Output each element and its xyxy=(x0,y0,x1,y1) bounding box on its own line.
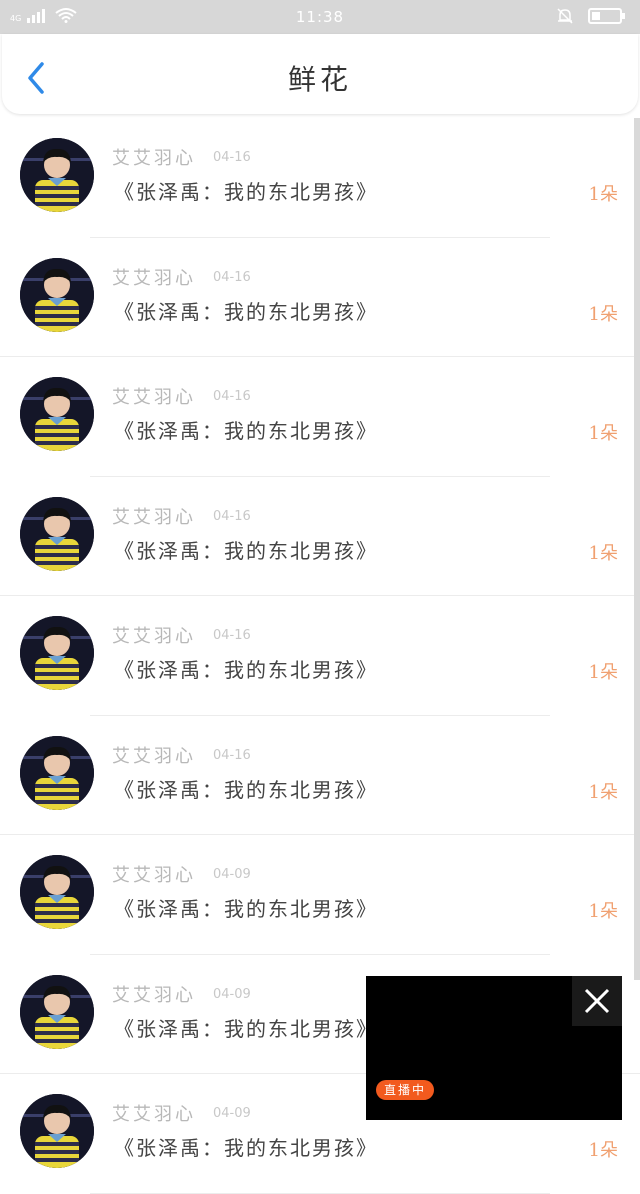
list-item[interactable]: 艾艾羽心 04-16 《张泽禹：我的东北男孩》 1朵 xyxy=(0,118,640,238)
flower-count: 1朵 xyxy=(588,303,618,325)
item-title: 《张泽禹：我的东北男孩》 xyxy=(114,777,378,802)
post-date: 04-16 xyxy=(213,389,251,404)
item-title: 《张泽禹：我的东北男孩》 xyxy=(114,538,378,563)
list-item[interactable]: 艾艾羽心 04-16 《张泽禹：我的东北男孩》 1朵 xyxy=(0,477,640,596)
post-date: 04-16 xyxy=(213,150,251,165)
battery-icon xyxy=(588,8,625,24)
page-title: 鲜花 xyxy=(287,63,352,96)
status-time: 11:38 xyxy=(295,8,345,26)
avatar[interactable] xyxy=(20,257,94,332)
post-date: 04-16 xyxy=(213,628,251,643)
close-button[interactable] xyxy=(572,976,622,1026)
item-title: 《张泽禹：我的东北男孩》 xyxy=(114,1136,378,1160)
mini-player[interactable]: 直播中 xyxy=(366,976,622,1120)
flower-count: 1朵 xyxy=(588,423,618,444)
user-name: 艾艾羽心 xyxy=(112,148,196,169)
status-right xyxy=(556,7,626,25)
user-name: 艾艾羽心 xyxy=(112,745,196,767)
avatar[interactable] xyxy=(20,496,94,571)
post-date: 04-09 xyxy=(213,867,251,882)
list-item[interactable]: 艾艾羽心 04-16 《张泽禹：我的东北男孩》 1朵 xyxy=(0,716,640,835)
item-title: 《张泽禹：我的东北男孩》 xyxy=(114,299,378,324)
avatar[interactable] xyxy=(20,974,94,1049)
user-name: 艾艾羽心 xyxy=(112,626,196,647)
flower-count: 1朵 xyxy=(588,781,618,803)
scrollbar[interactable] xyxy=(634,118,640,980)
flower-count: 1朵 xyxy=(588,901,618,922)
list-item[interactable]: 艾艾羽心 04-16 《张泽禹：我的东北男孩》 1朵 xyxy=(0,357,640,477)
avatar[interactable] xyxy=(20,735,94,810)
flower-count: 1朵 xyxy=(588,1140,618,1161)
item-title: 《张泽禹：我的东北男孩》 xyxy=(114,658,378,682)
list-item[interactable]: 艾艾羽心 04-16 《张泽禹：我的东北男孩》 1朵 xyxy=(0,596,640,716)
item-title: 《张泽禹：我的东北男孩》 xyxy=(114,897,378,921)
user-name: 艾艾羽心 xyxy=(112,387,196,408)
avatar[interactable] xyxy=(20,138,94,212)
user-name: 艾艾羽心 xyxy=(112,267,196,289)
flower-count: 1朵 xyxy=(588,542,618,564)
close-icon xyxy=(584,988,610,1014)
divider xyxy=(90,1192,550,1194)
avatar[interactable] xyxy=(20,855,94,929)
item-title: 《张泽禹：我的东北男孩》 xyxy=(114,1016,378,1041)
user-name: 艾艾羽心 xyxy=(112,865,196,886)
user-name: 艾艾羽心 xyxy=(112,506,196,528)
item-title: 《张泽禹：我的东北男孩》 xyxy=(114,419,378,443)
flower-count: 1朵 xyxy=(588,184,618,205)
header: 鲜花 xyxy=(2,34,638,114)
list-item[interactable]: 艾艾羽心 04-09 《张泽禹：我的东北男孩》 1朵 xyxy=(0,835,640,955)
list-item[interactable]: 艾艾羽心 04-16 《张泽禹：我的东北男孩》 1朵 xyxy=(0,238,640,357)
flower-count: 1朵 xyxy=(588,662,618,683)
avatar[interactable] xyxy=(20,1094,94,1168)
avatar[interactable] xyxy=(20,377,94,451)
bell-muted-icon xyxy=(557,8,573,24)
live-badge: 直播中 xyxy=(376,1080,435,1100)
user-name: 艾艾羽心 xyxy=(112,984,196,1006)
user-name: 艾艾羽心 xyxy=(112,1104,196,1125)
post-date: 04-09 xyxy=(213,986,251,1002)
post-date: 04-16 xyxy=(213,269,251,285)
status-bar: 4G 11:38 xyxy=(0,0,640,34)
item-title: 《张泽禹：我的东北男孩》 xyxy=(114,180,378,204)
post-date: 04-09 xyxy=(213,1106,251,1121)
avatar[interactable] xyxy=(20,616,94,690)
post-date: 04-16 xyxy=(213,747,251,763)
post-date: 04-16 xyxy=(213,508,251,524)
